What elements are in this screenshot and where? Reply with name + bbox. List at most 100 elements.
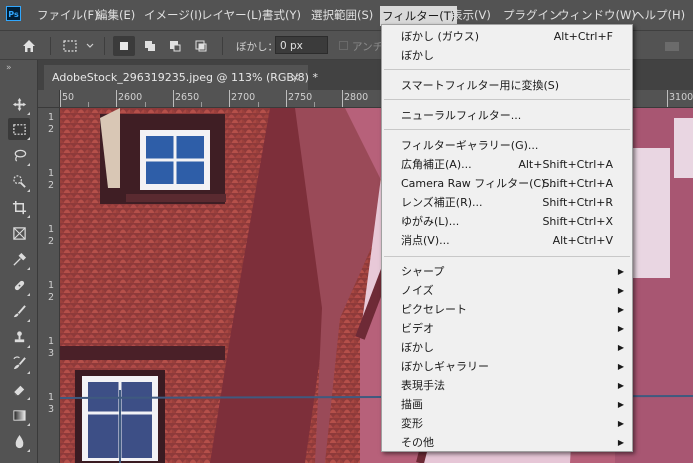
menu-item-label: その他	[401, 436, 434, 449]
marquee-tool-icon[interactable]	[8, 118, 30, 140]
feather-input[interactable]: 0 px	[275, 36, 328, 54]
menu-item-filter-gallery[interactable]: フィルターギャラリー(G)...	[382, 136, 632, 155]
submenu-arrow-icon: ▶	[617, 305, 624, 314]
ruler-tick-label: 1	[48, 168, 55, 179]
menu-item-stylize[interactable]: 表現手法 ▶	[382, 376, 632, 395]
menu-item-gaussian-blur[interactable]: ぼかし (ガウス) Alt+Ctrl+F	[382, 27, 632, 46]
chevron-down-icon[interactable]	[85, 38, 95, 54]
gradient-tool-icon[interactable]	[8, 404, 30, 426]
submenu-arrow-icon: ▶	[617, 343, 624, 352]
menu-separator	[384, 99, 630, 100]
menu-item-blur[interactable]: ぼかし	[382, 46, 632, 65]
submenu-arrow-icon: ▶	[617, 324, 624, 333]
submenu-arrow-icon: ▶	[617, 400, 624, 409]
menu-item-render[interactable]: 描画 ▶	[382, 395, 632, 414]
collapse-panel-icon[interactable]: »	[6, 63, 11, 73]
antialias-checkbox[interactable]	[339, 41, 348, 50]
blur-tool-icon[interactable]	[8, 430, 30, 452]
menu-type[interactable]: 書式(Y)	[262, 0, 301, 30]
intersect-selection-icon[interactable]	[193, 38, 209, 54]
menu-item-label: ぼかし (ガウス)	[401, 30, 480, 43]
menu-item-other[interactable]: その他 ▶	[382, 433, 632, 452]
lasso-tool-icon[interactable]	[8, 144, 30, 166]
tools-panel: »	[0, 60, 38, 463]
menu-filter[interactable]: フィルター(T)	[380, 6, 458, 26]
menu-item-label: ぼかし	[401, 341, 434, 354]
history-brush-tool-icon[interactable]	[8, 352, 30, 374]
menu-help[interactable]: ヘルプ(H)	[633, 0, 685, 30]
menu-item-distort[interactable]: 変形 ▶	[382, 414, 632, 433]
options-divider	[222, 37, 223, 55]
photoshop-logo: Ps	[6, 6, 21, 21]
menu-item-blur-submenu[interactable]: ぼかし ▶	[382, 338, 632, 357]
menu-item-label: レンズ補正(R)...	[401, 196, 483, 209]
submenu-arrow-icon: ▶	[617, 419, 624, 428]
menu-item-vanishing-point[interactable]: 消点(V)... Alt+Ctrl+V	[382, 231, 632, 250]
menu-layer[interactable]: レイヤー(L)	[201, 0, 262, 30]
menu-item-label: ぼかし	[401, 49, 434, 62]
rect-marquee-icon[interactable]	[62, 38, 78, 54]
antialias-label: アンチ	[352, 41, 384, 53]
submenu-arrow-icon: ▶	[617, 438, 624, 447]
submenu-arrow-icon: ▶	[617, 267, 624, 276]
vertical-ruler[interactable]: 1 2 1 2 1 2 1 2 1 3 1 3	[38, 108, 60, 463]
ruler-tick-label: 3	[48, 348, 55, 359]
home-icon[interactable]	[21, 38, 37, 54]
eyedropper-tool-icon[interactable]	[8, 248, 30, 270]
document-tab[interactable]: AdobeStock_296319235.jpeg @ 113% (RGB/8)…	[44, 65, 318, 90]
ruler-tick-label: 2750	[288, 92, 313, 103]
eraser-tool-icon[interactable]	[8, 378, 30, 400]
menu-image[interactable]: イメージ(I)	[144, 0, 202, 30]
menu-item-camera-raw[interactable]: Camera Raw フィルター(C)... Shift+Ctrl+A	[382, 174, 632, 193]
ruler-tick-label: 2	[48, 124, 55, 135]
crop-tool-icon[interactable]	[8, 196, 30, 218]
new-selection-button[interactable]	[113, 36, 135, 56]
menu-item-label: 広角補正(A)...	[401, 158, 472, 171]
menu-item-label: スマートフィルター用に変換(S)	[401, 79, 560, 92]
brush-tool-icon[interactable]	[8, 300, 30, 322]
healing-brush-tool-icon[interactable]	[8, 274, 30, 296]
feather-label: ぼかし：	[236, 41, 278, 53]
ruler-tick-label: 1	[48, 224, 55, 235]
subtract-selection-icon[interactable]	[167, 38, 183, 54]
ruler-tick-label: 2	[48, 236, 55, 247]
menu-item-adaptive-wide-angle[interactable]: 広角補正(A)... Alt+Shift+Ctrl+A	[382, 155, 632, 174]
ruler-tick-label: 2650	[175, 92, 200, 103]
ruler-tick-label: 1	[48, 392, 55, 403]
menu-item-label: 変形	[401, 417, 423, 430]
menu-item-neural-filters[interactable]: ニューラルフィルター...	[382, 106, 632, 125]
menu-item-shortcut: Alt+Ctrl+V	[552, 234, 613, 247]
menu-item-convert-smart-filter[interactable]: スマートフィルター用に変換(S)	[382, 76, 632, 95]
clone-stamp-tool-icon[interactable]	[8, 326, 30, 348]
ruler-tick-label: 1	[48, 112, 55, 123]
menu-file[interactable]: ファイル(F)	[37, 0, 99, 30]
menu-item-blur-gallery[interactable]: ぼかしギャラリー ▶	[382, 357, 632, 376]
menu-separator	[384, 256, 630, 257]
menu-separator	[384, 69, 630, 70]
menu-item-lens-correction[interactable]: レンズ補正(R)... Shift+Ctrl+R	[382, 193, 632, 212]
menu-item-shortcut: Shift+Ctrl+X	[542, 215, 613, 228]
menu-select[interactable]: 選択範囲(S)	[311, 0, 373, 30]
add-selection-icon[interactable]	[142, 38, 158, 54]
ruler-tick-label: 1	[48, 280, 55, 291]
menu-item-video[interactable]: ビデオ ▶	[382, 319, 632, 338]
menu-item-label: ピクセレート	[401, 303, 467, 316]
quick-select-tool-icon[interactable]	[8, 170, 30, 192]
close-icon[interactable]: ×	[291, 65, 300, 90]
move-tool-icon[interactable]	[8, 93, 30, 115]
menu-item-liquify[interactable]: ゆがみ(L)... Shift+Ctrl+X	[382, 212, 632, 231]
menu-item-label: ニューラルフィルター...	[401, 109, 522, 122]
menu-item-noise[interactable]: ノイズ ▶	[382, 281, 632, 300]
ruler-tick-label: 2600	[118, 92, 143, 103]
menu-item-pixelate[interactable]: ピクセレート ▶	[382, 300, 632, 319]
frame-tool-icon[interactable]	[8, 222, 30, 244]
ruler-tick-label: 3100	[669, 92, 693, 103]
menu-item-shortcut: Alt+Shift+Ctrl+A	[518, 158, 613, 171]
menu-edit[interactable]: 編集(E)	[96, 0, 135, 30]
menu-item-sharpen[interactable]: シャープ ▶	[382, 262, 632, 281]
select-mask-icon[interactable]	[664, 38, 680, 54]
ruler-tick-label: 2800	[344, 92, 369, 103]
menu-item-shortcut: Shift+Ctrl+A	[542, 177, 613, 190]
ruler-origin[interactable]	[38, 90, 60, 108]
menu-item-shortcut: Alt+Ctrl+F	[553, 30, 613, 43]
